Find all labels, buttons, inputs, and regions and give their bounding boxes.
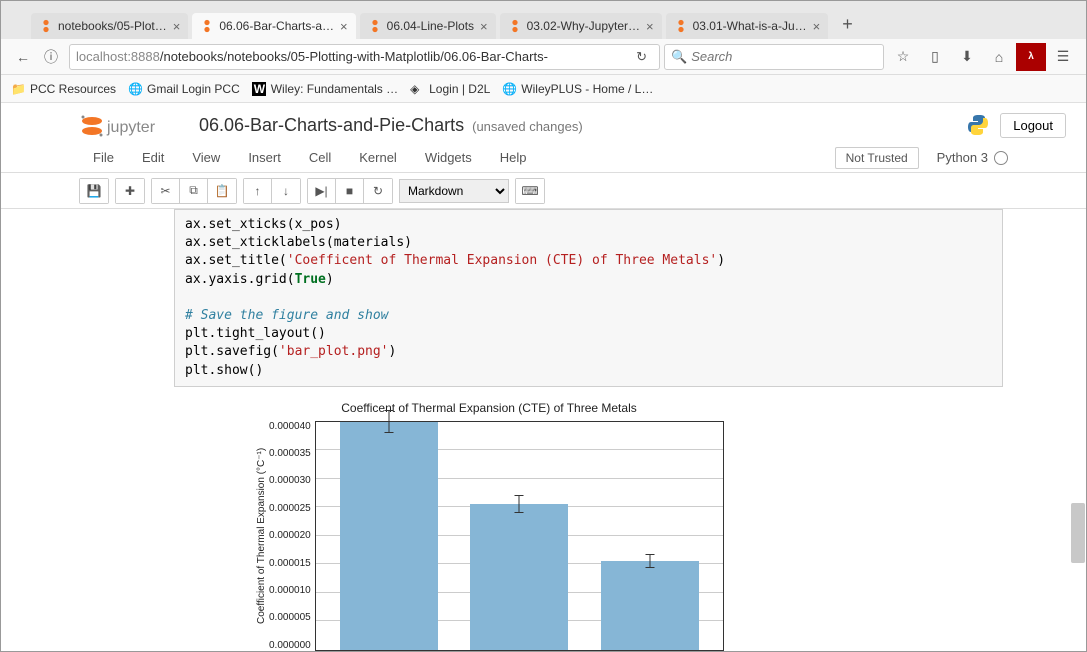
move-up-icon[interactable]: ↑ [244, 179, 272, 203]
menu-insert[interactable]: Insert [234, 145, 295, 170]
bookmark-item[interactable]: 🌐WileyPLUS - Home / L… [502, 82, 653, 96]
menu-file[interactable]: File [79, 145, 128, 170]
jupyter-notebook: jupyter 06.06-Bar-Charts-and-Pie-Charts … [1, 103, 1086, 651]
menu-help[interactable]: Help [486, 145, 541, 170]
chart-title: Coefficent of Thermal Expansion (CTE) of… [254, 401, 724, 415]
home-icon[interactable]: ⌂ [984, 43, 1014, 71]
tab-label: 03.02-Why-Jupyter… [527, 19, 640, 33]
notebook-title[interactable]: 06.06-Bar-Charts-and-Pie-Charts [199, 115, 464, 136]
jupyter-icon [674, 19, 688, 33]
jupyter-icon [508, 19, 522, 33]
tab-close-icon[interactable]: × [646, 19, 654, 34]
tab-close-icon[interactable]: × [340, 19, 348, 34]
menu-kernel[interactable]: Kernel [345, 145, 411, 170]
bookmark-item[interactable]: WWiley: Fundamentals … [252, 82, 398, 96]
search-input[interactable] [691, 49, 877, 64]
reload-icon[interactable]: ↻ [630, 49, 653, 65]
tab-close-icon[interactable]: × [480, 19, 488, 34]
chart-ylabel: Coefficient of Thermal Expansion (°C⁻¹) [254, 421, 269, 651]
tab-1[interactable]: 06.06-Bar-Charts-a… × [192, 13, 355, 39]
browser-navbar: ← ⓘ localhost:8888/notebooks/notebooks/0… [1, 39, 1086, 75]
new-tab-button[interactable]: + [832, 10, 863, 39]
code-cell[interactable]: ax.set_xticks(x_pos) ax.set_xticklabels(… [174, 209, 1003, 387]
kernel-status-icon [994, 151, 1008, 165]
w-icon: W [252, 82, 266, 96]
svg-text:jupyter: jupyter [106, 119, 156, 136]
jupyter-logo[interactable]: jupyter [79, 113, 189, 139]
menu-cell[interactable]: Cell [295, 145, 345, 170]
bookmark-item[interactable]: 🌐Gmail Login PCC [128, 82, 240, 96]
tab-close-icon[interactable]: × [173, 19, 181, 34]
chart-output: Coefficent of Thermal Expansion (CTE) of… [254, 401, 724, 651]
bar-copper [470, 504, 568, 650]
tab-label: 03.01-What-is-a-Ju… [693, 19, 807, 33]
python-icon [966, 113, 990, 137]
logout-button[interactable]: Logout [1000, 113, 1066, 138]
tab-4[interactable]: 03.01-What-is-a-Ju… × [666, 13, 829, 39]
chart-plot-area [315, 421, 724, 651]
kernel-name[interactable]: Python 3 [937, 150, 988, 165]
save-status: (unsaved changes) [472, 119, 583, 134]
jupyter-menubar: File Edit View Insert Cell Kernel Widget… [1, 143, 1086, 173]
scrollbar-thumb[interactable] [1071, 503, 1085, 563]
tab-label: 06.06-Bar-Charts-a… [219, 19, 334, 33]
cut-icon[interactable]: ✂ [152, 179, 180, 203]
chart-yticks: 0.000040 0.000035 0.000030 0.000025 0.00… [269, 421, 315, 651]
bar-steel [601, 561, 699, 650]
url-host: localhost [76, 49, 127, 64]
downloads-icon[interactable]: ⬇ [952, 43, 982, 71]
library-icon[interactable]: ▯ [920, 43, 950, 71]
celltype-select[interactable]: Markdown [399, 179, 509, 203]
search-bar[interactable]: 🔍 [664, 44, 884, 70]
pdf-icon[interactable]: λ [1016, 43, 1046, 71]
paste-icon[interactable]: 📋 [208, 179, 236, 203]
tab-close-icon[interactable]: × [813, 19, 821, 34]
menu-view[interactable]: View [178, 145, 234, 170]
bookmark-item[interactable]: 📁PCC Resources [11, 82, 116, 96]
url-path: /notebooks/notebooks/05-Plotting-with-Ma… [160, 49, 548, 64]
url-bar[interactable]: localhost:8888/notebooks/notebooks/05-Pl… [69, 44, 660, 70]
tab-3[interactable]: 03.02-Why-Jupyter… × [500, 13, 662, 39]
globe-icon: 🌐 [128, 82, 142, 96]
menu-widgets[interactable]: Widgets [411, 145, 486, 170]
back-button[interactable]: ← [9, 43, 37, 71]
tab-label: notebooks/05-Plot… [58, 19, 167, 33]
bookmark-star-icon[interactable]: ☆ [888, 43, 918, 71]
info-icon[interactable]: ⓘ [37, 43, 65, 71]
save-icon[interactable]: 💾 [80, 179, 108, 203]
browser-tabbar: notebooks/05-Plot… × 06.06-Bar-Charts-a…… [1, 9, 1086, 39]
search-icon: 🔍 [671, 49, 687, 65]
menu-icon[interactable]: ☰ [1048, 43, 1078, 71]
bar-aluminum [340, 422, 438, 650]
bookmark-item[interactable]: ◈Login | D2L [410, 82, 490, 96]
move-down-icon[interactable]: ↓ [272, 179, 300, 203]
stop-icon[interactable]: ■ [336, 179, 364, 203]
tab-2[interactable]: 06.04-Line-Plots × [360, 13, 496, 39]
add-cell-icon[interactable]: ✚ [116, 179, 144, 203]
bookmarks-bar: 📁PCC Resources 🌐Gmail Login PCC WWiley: … [1, 75, 1086, 103]
folder-icon: 📁 [11, 82, 25, 96]
tab-label: 06.04-Line-Plots [387, 19, 474, 33]
restart-icon[interactable]: ↻ [364, 179, 392, 203]
notebook-area[interactable]: ax.set_xticks(x_pos) ax.set_xticklabels(… [1, 209, 1086, 651]
tab-0[interactable]: notebooks/05-Plot… × [31, 13, 188, 39]
globe-icon: 🌐 [502, 82, 516, 96]
jupyter-icon [368, 19, 382, 33]
jupyter-icon [200, 19, 214, 33]
jupyter-toolbar: 💾 ✚ ✂ ⧉ 📋 ↑ ↓ ▶| ■ ↻ Markdown ⌨ [1, 173, 1086, 209]
run-icon[interactable]: ▶| [308, 179, 336, 203]
command-palette-icon[interactable]: ⌨ [516, 179, 544, 203]
menu-edit[interactable]: Edit [128, 145, 178, 170]
jupyter-icon [39, 19, 53, 33]
copy-icon[interactable]: ⧉ [180, 179, 208, 203]
trusted-indicator[interactable]: Not Trusted [835, 147, 919, 169]
d2l-icon: ◈ [410, 82, 424, 96]
